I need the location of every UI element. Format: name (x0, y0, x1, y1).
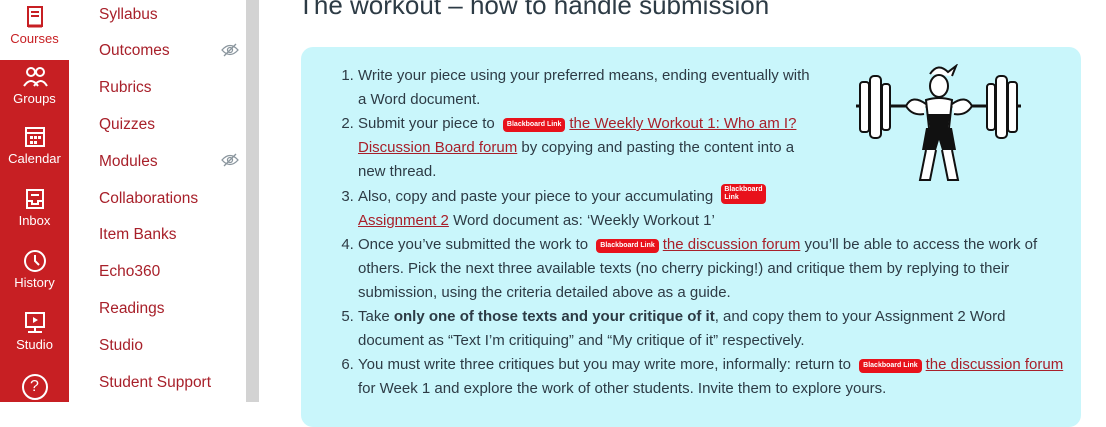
step-5-text: Take (358, 308, 390, 325)
course-nav-echo360[interactable]: Echo360 (99, 263, 160, 281)
blackboard-link-badge-top: Blackboard (724, 186, 763, 193)
inbox-icon (25, 189, 44, 209)
page-title: The workout – how to handle submission (298, 0, 770, 20)
step-5: Take only one of those texts and your cr… (358, 305, 1071, 353)
course-nav-collaborations[interactable]: Collaborations (99, 190, 198, 208)
course-nav-student-support[interactable]: Student Support (99, 374, 211, 392)
global-nav-inbox-label: Inbox (18, 213, 51, 228)
global-nav-help[interactable]: ? (0, 374, 69, 400)
step-4: Once you’ve submitted the work to Blackb… (358, 233, 1071, 305)
eye-slash-icon (221, 153, 239, 167)
groups-icon (22, 67, 48, 87)
step-6: You must write three critiques but you m… (358, 353, 1071, 401)
global-nav-studio-label: Studio (16, 337, 53, 352)
step-2: Submit your piece to Blackboard Linkthe … (358, 112, 818, 184)
global-nav-groups-label: Groups (13, 91, 56, 106)
blackboard-link-badge[interactable]: Blackboard Link (596, 239, 659, 253)
course-nav-syllabus[interactable]: Syllabus (99, 6, 158, 24)
submission-steps-list: Write your piece using your preferred me… (315, 64, 1071, 401)
global-nav-groups[interactable]: Groups (0, 64, 69, 106)
global-nav: Courses Groups Calendar Inbox History St… (0, 0, 69, 402)
blackboard-link-badge-bottom: Link (724, 194, 739, 201)
course-nav-scrollbar[interactable] (246, 0, 259, 402)
global-nav-history-label: History (14, 275, 55, 290)
studio-icon (24, 312, 45, 333)
history-icon (23, 250, 46, 272)
course-nav-outcomes[interactable]: Outcomes (99, 42, 170, 60)
course-nav-readings[interactable]: Readings (99, 300, 165, 318)
blackboard-link-badge[interactable]: Blackboard Link (502, 118, 566, 132)
global-nav-inbox[interactable]: Inbox (0, 186, 69, 228)
step-3-text: Also, copy and paste your piece to your … (358, 188, 714, 205)
global-nav-calendar-label: Calendar (8, 151, 61, 166)
step-3-text-end: Word document as: ‘Weekly Workout 1’ (453, 212, 715, 229)
step-1: Write your piece using your preferred me… (358, 64, 818, 112)
step-1-text: Write your piece using your preferred me… (358, 67, 810, 108)
courses-icon (26, 6, 43, 28)
help-icon: ? (21, 374, 48, 400)
discussion-forum-link-week1[interactable]: the discussion forum (926, 356, 1064, 373)
course-nav-studio[interactable]: Studio (99, 337, 143, 355)
course-nav-modules[interactable]: Modules (99, 153, 158, 171)
calendar-icon (24, 127, 45, 147)
blackboard-link-badge[interactable]: Blackboard Link (721, 184, 766, 204)
global-nav-studio[interactable]: Studio (0, 310, 69, 352)
course-nav: Syllabus Outcomes Rubrics Quizzes Module… (69, 0, 246, 402)
step-6-text: You must write three critiques but you m… (358, 356, 851, 373)
step-5-bold-text: only one of those texts and your critiqu… (393, 308, 715, 325)
global-nav-history[interactable]: History (0, 248, 69, 290)
global-nav-calendar[interactable]: Calendar (0, 124, 69, 166)
blackboard-link-badge[interactable]: Blackboard Link (859, 359, 922, 373)
step-4-text: Once you’ve submitted the work to (358, 236, 589, 253)
eye-slash-icon (221, 43, 239, 57)
course-nav-item-banks[interactable]: Item Banks (99, 226, 177, 244)
workout-instructions-box: Write your piece using your preferred me… (301, 47, 1081, 427)
global-nav-courses-label: Courses (10, 31, 59, 46)
discussion-forum-link[interactable]: the discussion forum (663, 236, 801, 253)
step-2-text: Submit your piece to (358, 115, 495, 132)
global-nav-courses[interactable]: Courses (0, 4, 69, 46)
step-3: Also, copy and paste your piece to your … (358, 184, 818, 233)
assignment-2-link[interactable]: Assignment 2 (358, 212, 449, 229)
course-nav-rubrics[interactable]: Rubrics (99, 79, 152, 97)
step-6-text-end: for Week 1 and explore the work of other… (358, 380, 887, 397)
course-nav-quizzes[interactable]: Quizzes (99, 116, 155, 134)
